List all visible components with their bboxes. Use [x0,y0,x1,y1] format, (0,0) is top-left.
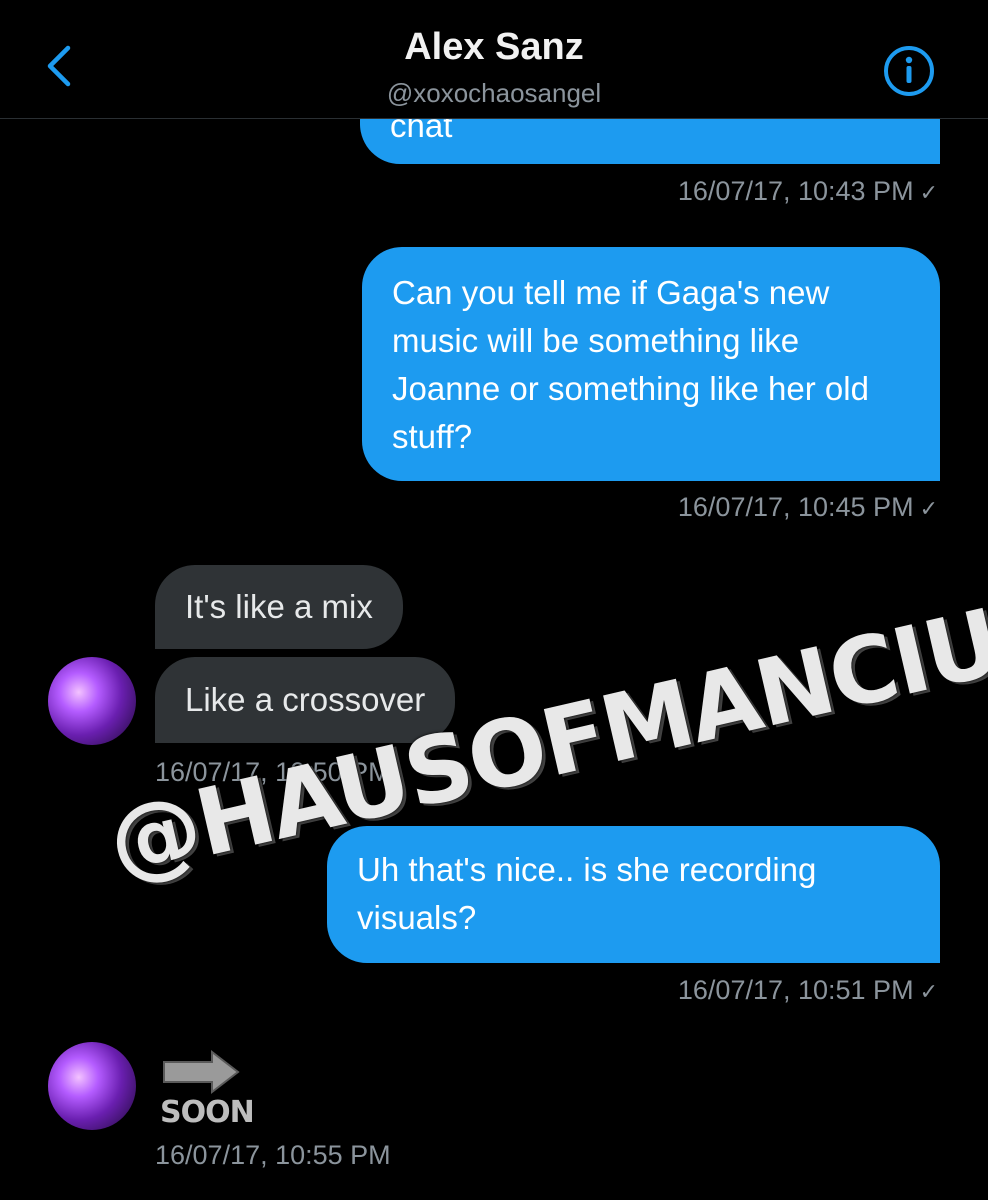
message-timestamp: 16/07/17, 10:51 PM ✓ [677,975,938,1005]
message-bubble-outgoing[interactable]: Uh that's nice.. is she recording visual… [327,826,940,963]
message-bubble-outgoing[interactable]: Can you tell me if Gaga's new music will… [362,247,940,481]
message-timestamp: 16/07/17, 10:50 PM [155,757,391,787]
info-button[interactable] [882,44,936,98]
message-timestamp: 16/07/17, 10:43 PM ✓ [677,176,938,206]
contact-handle: @xoxochaosangel [386,78,602,108]
avatar[interactable] [48,1042,136,1130]
conversation-header: Alex Sanz @xoxochaosangel [0,0,988,119]
sent-check-icon: ✓ [919,180,938,205]
message-bubble-incoming[interactable]: It's like a mix [155,565,403,649]
sticker-text: SOON [160,1095,255,1130]
message-text: Like a crossover [185,681,426,718]
contact-name: Alex Sanz [404,26,584,68]
message-text: Can you tell me if Gaga's new music will… [392,274,869,455]
message-timestamp: 16/07/17, 10:45 PM ✓ [677,492,938,522]
sent-check-icon: ✓ [919,496,938,521]
info-icon [884,46,934,96]
message-text: Uh that's nice.. is she recording visual… [357,851,817,936]
message-timestamp: 16/07/17, 10:55 PM [155,1140,391,1170]
sent-check-icon: ✓ [919,979,938,1004]
message-bubble-incoming[interactable]: Like a crossover [155,657,456,743]
message-text: It's like a mix [185,588,373,625]
avatar[interactable] [48,657,136,745]
